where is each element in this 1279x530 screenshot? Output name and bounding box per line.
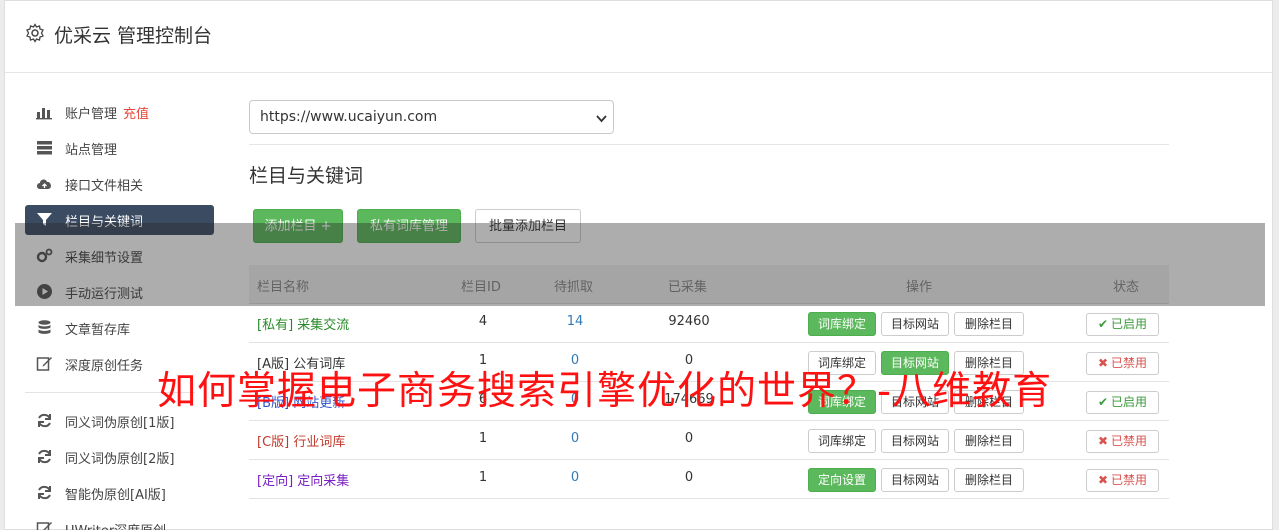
status-toggle[interactable]: ✔ 已启用 — [1086, 313, 1159, 336]
column-name-text: 行业词库 — [293, 435, 346, 450]
cross-icon: ✖ — [1097, 356, 1109, 370]
sidebar-item-uwriter[interactable]: UWriter深度原创 — [25, 511, 214, 530]
sidebar-item-label: 智能伪原创[AI版] — [65, 488, 166, 503]
status-label: 已启用 — [1111, 395, 1148, 409]
column-tag: [私有] — [257, 318, 294, 333]
sidebar-item-article-store[interactable]: 文章暂存库 — [25, 310, 214, 346]
sidebar-item-label: UWriter深度原创 — [65, 520, 166, 530]
collected-count: 0 — [684, 431, 694, 446]
server-icon — [37, 141, 52, 155]
site-select[interactable]: https://www.ucaiyun.com — [249, 100, 614, 134]
edit-icon — [36, 522, 52, 530]
delete-column-button[interactable]: 删除栏目 — [954, 312, 1024, 336]
delete-column-button[interactable]: 删除栏目 — [954, 468, 1024, 492]
database-icon — [38, 320, 51, 334]
status-label: 已启用 — [1111, 317, 1148, 331]
refresh-icon — [38, 449, 51, 464]
table-row: [C版] 行业词库 1 0 0 词库绑定 目标网站 删除栏目 ✖ 已禁用 — [249, 421, 1169, 460]
cross-icon: ✖ — [1097, 434, 1109, 448]
lexicon-bind-button[interactable]: 词库绑定 — [808, 312, 876, 336]
sidebar-item-synonym-v2[interactable]: 同义词伪原创[2版] — [25, 439, 214, 475]
column-name-text: 采集交流 — [297, 318, 350, 333]
sidebar-item-account[interactable]: 账户管理 充值 — [25, 94, 214, 130]
target-site-button[interactable]: 目标网站 — [881, 468, 949, 492]
table-row: [私有] 采集交流 4 14 92460 词库绑定 目标网站 删除栏目 ✔ 已启用 — [249, 304, 1169, 343]
overlay-band — [15, 223, 1265, 306]
sidebar-item-label: 文章暂存库 — [65, 323, 131, 338]
divider — [249, 144, 1169, 145]
sidebar: 账户管理 充值 站点管理 接口文件相关 栏目与关键词 采集细节设置 手动运行测试 … — [25, 94, 215, 530]
collected-count: 92460 — [668, 314, 710, 329]
bar-chart-icon — [36, 108, 52, 120]
column-name-text: 定向采集 — [297, 474, 350, 489]
column-id: 1 — [478, 431, 488, 446]
sidebar-item-api-files[interactable]: 接口文件相关 — [25, 166, 214, 202]
status-toggle[interactable]: ✖ 已禁用 — [1086, 469, 1159, 492]
sidebar-item-ai-rewrite[interactable]: 智能伪原创[AI版] — [25, 475, 214, 511]
header: 优采云 管理控制台 — [5, 1, 1272, 73]
sidebar-item-label: 账户管理 — [65, 107, 118, 122]
pending-count[interactable]: 14 — [545, 314, 605, 329]
check-icon: ✔ — [1097, 317, 1109, 331]
column-id: 1 — [478, 470, 488, 485]
sidebar-item-sites[interactable]: 站点管理 — [25, 130, 214, 166]
watermark-text: 如何掌握电子商务搜索引擎优化的世界？-八维教育 — [157, 369, 1053, 414]
lexicon-bind-button[interactable]: 定向设置 — [808, 468, 876, 492]
sidebar-item-label: 深度原创任务 — [65, 359, 144, 374]
section-title: 栏目与关键词 — [249, 165, 364, 187]
sidebar-item-label: 同义词伪原创[2版] — [65, 452, 175, 467]
sidebar-item-label: 站点管理 — [65, 143, 118, 158]
column-tag: [定向] — [257, 474, 294, 489]
column-name[interactable]: [私有] 采集交流 — [257, 314, 349, 333]
recharge-link[interactable]: 充值 — [123, 107, 149, 122]
table-row: [定向] 定向采集 1 0 0 定向设置 目标网站 删除栏目 ✖ 已禁用 — [249, 460, 1169, 499]
chevron-down-icon — [596, 115, 607, 123]
delete-column-button[interactable]: 删除栏目 — [954, 429, 1024, 453]
column-tag: [C版] — [257, 435, 290, 450]
edit-icon — [36, 357, 52, 371]
site-select-value: https://www.ucaiyun.com — [260, 109, 438, 125]
refresh-icon — [38, 485, 51, 500]
target-site-button[interactable]: 目标网站 — [881, 312, 949, 336]
sidebar-item-label: 接口文件相关 — [65, 179, 144, 194]
pending-count[interactable]: 0 — [545, 431, 605, 446]
refresh-icon — [38, 413, 51, 428]
cloud-upload-icon — [37, 179, 51, 189]
cross-icon: ✖ — [1097, 473, 1109, 487]
pending-count[interactable]: 0 — [545, 470, 605, 485]
check-icon: ✔ — [1097, 395, 1109, 409]
collected-count: 0 — [684, 470, 694, 485]
status-label: 已禁用 — [1111, 434, 1148, 448]
page-title: 优采云 管理控制台 — [54, 25, 213, 47]
status-toggle[interactable]: ✖ 已禁用 — [1086, 352, 1159, 375]
target-site-button[interactable]: 目标网站 — [881, 429, 949, 453]
status-toggle[interactable]: ✖ 已禁用 — [1086, 430, 1159, 453]
status-label: 已禁用 — [1111, 473, 1148, 487]
gear-icon — [26, 23, 44, 43]
column-name[interactable]: [C版] 行业词库 — [257, 431, 345, 450]
status-label: 已禁用 — [1111, 356, 1148, 370]
column-id: 4 — [478, 314, 488, 329]
lexicon-bind-button[interactable]: 词库绑定 — [808, 429, 876, 453]
status-toggle[interactable]: ✔ 已启用 — [1086, 391, 1159, 414]
column-name[interactable]: [定向] 定向采集 — [257, 470, 349, 489]
